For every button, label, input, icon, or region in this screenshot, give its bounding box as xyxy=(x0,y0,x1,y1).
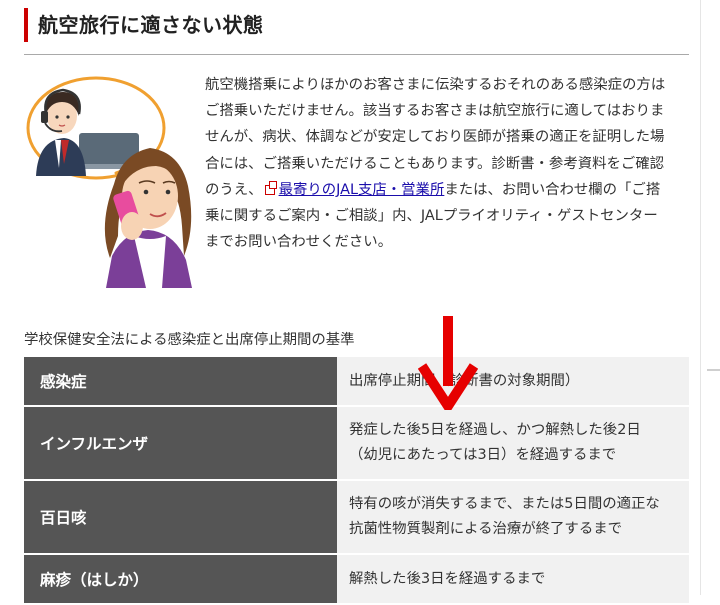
period-line: 抗菌性物質製剤による治療が終了するまで xyxy=(349,521,622,537)
notice-line5-suffix: または、お問い合わせ欄の「ご搭 xyxy=(444,181,661,198)
table-header-row: 感染症 出席停止期間（診断書の対象期間） xyxy=(24,357,689,407)
red-down-arrow-icon xyxy=(418,316,478,410)
notice-line: 乗に関するご案内・ご相談」内、JALプライオリティ・ゲストセンター xyxy=(205,208,658,225)
support-illustration xyxy=(26,76,192,288)
notice-line: 航空機搭乗によりほかのお客さまに伝染するおそれのある感染症の方は xyxy=(205,77,666,93)
title-accent-bar xyxy=(24,8,28,42)
page-edge xyxy=(700,0,701,595)
period-line: 解熱した後3日を経過するまで xyxy=(349,570,546,587)
notice-text: 航空機搭乗によりほかのお客さまに伝染するおそれのある感染症の方は ご搭乗いただけ… xyxy=(205,72,691,255)
notice-line: 合には、ご搭乗いただけることもあります。診断書・参考資料をご確認 xyxy=(205,155,665,172)
notice-line5-prefix: のうえ、 xyxy=(205,181,263,198)
period-line: 特有の咳が消失するまで、または5日間の適正な xyxy=(349,496,660,512)
notice-line-with-link: のうえ、 最寄りのJAL支店・営業所または、お問い合わせ欄の「ご搭 xyxy=(205,177,691,203)
disease-name: 百日咳 xyxy=(24,480,337,555)
title-divider xyxy=(24,54,689,55)
infection-criteria-table: 感染症 出席停止期間（診断書の対象期間） インフルエンザ 発症した後5日を経過し… xyxy=(24,357,689,605)
table-row: インフルエンザ 発症した後5日を経過し、かつ解熱した後2日 （幼児にあたっては3… xyxy=(24,406,689,481)
suspension-period: 発症した後5日を経過し、かつ解熱した後2日 （幼児にあたっては3日）を経過するま… xyxy=(337,406,689,481)
section-title: 航空旅行に適さない状態 xyxy=(38,13,264,37)
notice-line: ご搭乗いただけません。該当するお客さまは航空旅行に適してはおりま xyxy=(205,103,665,120)
table-row: 麻疹（はしか） 解熱した後3日を経過するまで xyxy=(24,554,689,605)
table-caption: 学校保健安全法による感染症と出席停止期間の基準 xyxy=(24,332,355,348)
scroll-marker xyxy=(707,369,720,371)
header-disease: 感染症 xyxy=(24,357,337,407)
disease-name: インフルエンザ xyxy=(24,406,337,481)
external-link-icon xyxy=(264,180,277,195)
notice-line: せんが、病状、体調などが安定しており医師が搭乗の適正を証明した場 xyxy=(205,129,665,146)
suspension-period: 特有の咳が消失するまで、または5日間の適正な 抗菌性物質製剤による治療が終了する… xyxy=(337,480,689,555)
header-period: 出席停止期間（診断書の対象期間） xyxy=(337,357,689,407)
nearest-branch-link[interactable]: 最寄りのJAL支店・営業所 xyxy=(279,182,445,198)
period-line: 発症した後5日を経過し、かつ解熱した後2日 xyxy=(349,422,641,438)
notice-line: までお問い合わせください。 xyxy=(205,234,393,251)
disease-name: 麻疹（はしか） xyxy=(24,554,337,605)
period-line: （幼児にあたっては3日）を経過するまで xyxy=(349,447,617,463)
suspension-period: 解熱した後3日を経過するまで xyxy=(337,554,689,605)
table-row: 百日咳 特有の咳が消失するまで、または5日間の適正な 抗菌性物質製剤による治療が… xyxy=(24,480,689,555)
